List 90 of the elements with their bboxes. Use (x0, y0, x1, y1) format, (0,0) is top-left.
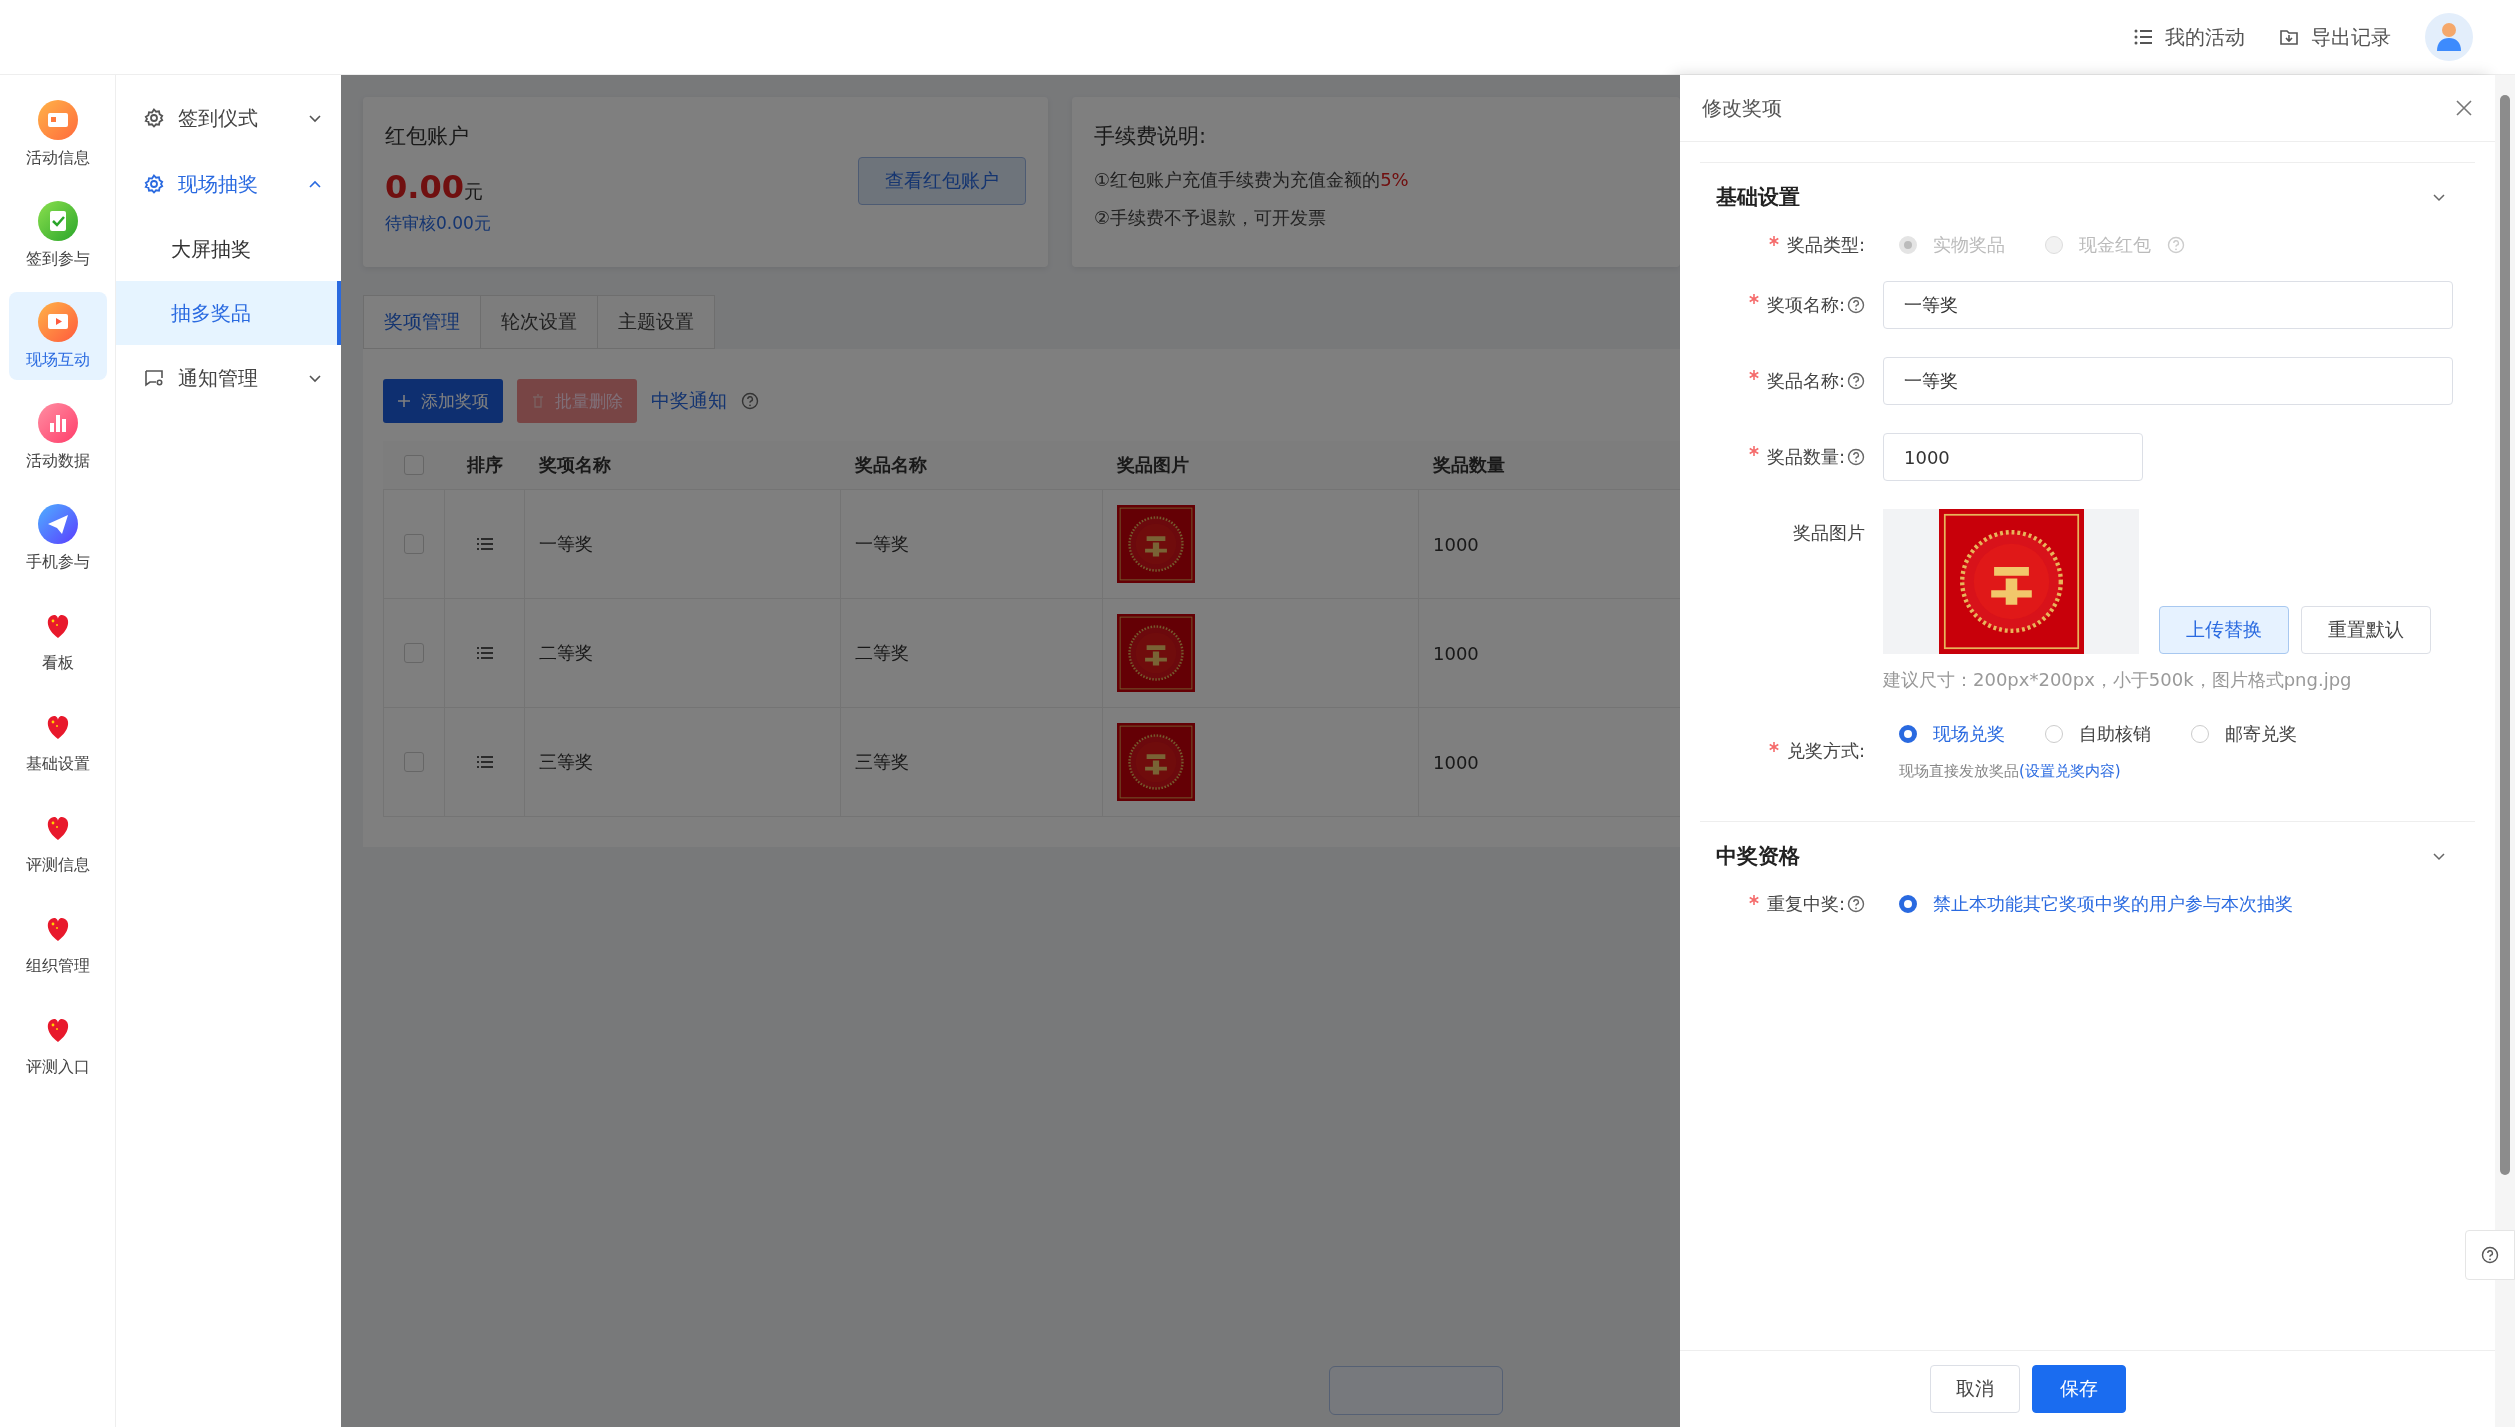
column-header: 排序 (466, 453, 504, 477)
radio-option[interactable]: 现场兑奖 (1899, 722, 2005, 746)
table-cell: 一等奖 (525, 490, 841, 598)
trash-icon (531, 394, 545, 408)
amount: 0.00 (385, 168, 464, 206)
menu-group[interactable]: 现场抽奖 (116, 151, 341, 217)
tab[interactable]: 主题设置 (597, 295, 715, 349)
sidebar-item[interactable]: 签到参与 (8, 191, 107, 279)
close-icon[interactable] (2455, 99, 2473, 117)
paper-plane-icon (37, 503, 78, 544)
field-label: 重复中奖: (1766, 892, 1845, 916)
table-cell-text: 1000 (1432, 532, 1480, 557)
field-label: 兑奖方式: (1786, 738, 1865, 763)
help-button[interactable] (2465, 1230, 2515, 1280)
table-cell: 三等奖 (841, 708, 1103, 816)
radio-option[interactable]: 禁止本功能其它奖项中奖的用户参与本次抽奖 (1899, 892, 2293, 916)
drag-handle-icon (476, 755, 493, 769)
table-cell: 一等奖 (841, 490, 1103, 598)
cancel-button[interactable]: 取消 (1929, 1365, 2020, 1413)
list-icon (2133, 27, 2153, 47)
unit-label: 元 (463, 179, 483, 204)
set-content-link[interactable]: (设置兑奖内容) (2019, 762, 2121, 780)
field-hint: 建议尺寸：200px*200px，小于500k，图片格式png.jpg (1883, 668, 2353, 692)
input-field[interactable]: 一等奖 (1883, 357, 2453, 405)
row-checkbox[interactable] (404, 752, 424, 772)
tab[interactable]: 轮次设置 (480, 295, 597, 349)
sidebar-item[interactable]: 评测入口 (8, 999, 107, 1087)
sidebar-item[interactable]: 手机参与 (8, 494, 107, 582)
avatar-icon (2425, 13, 2473, 61)
help-icon (741, 392, 759, 410)
toolbar-link[interactable]: 导出记录 (2279, 23, 2391, 51)
sidebar-item[interactable]: 活动数据 (8, 393, 107, 481)
field-label: 奖项名称: (1766, 293, 1845, 317)
folder-download-icon (2279, 27, 2299, 47)
select-all-checkbox[interactable] (404, 455, 424, 475)
row-checkbox[interactable] (404, 643, 424, 663)
video-icon (37, 301, 78, 342)
row-checkbox[interactable] (404, 534, 424, 554)
table-cell: 三等奖 (525, 708, 841, 816)
sidebar-item[interactable]: 基础设置 (8, 696, 107, 784)
column-header: 奖项名称 (538, 453, 612, 477)
table-cell: 二等奖 (841, 599, 1103, 707)
scrollbar[interactable] (2495, 75, 2515, 1427)
gear-icon (144, 108, 164, 128)
image-button[interactable]: 上传替换 (2159, 606, 2289, 654)
input-field[interactable]: 1000 (1883, 433, 2143, 481)
radio-option[interactable]: 自助核销 (2045, 722, 2151, 746)
input-field[interactable]: 一等奖 (1883, 281, 2453, 329)
menu-item[interactable]: 抽多奖品 (116, 281, 341, 345)
sidebar-item[interactable]: 看板 (8, 595, 107, 683)
sidebar-item[interactable]: 现场互动 (8, 292, 107, 380)
toolbar-link[interactable]: 我的活动 (2133, 23, 2245, 51)
bar-chart-icon (37, 402, 78, 443)
image-button[interactable]: 重置默认 (2301, 606, 2431, 654)
fee-note: ②手续费不予退款，可开发票 (1094, 206, 1328, 230)
sidebar-item[interactable]: 组织管理 (8, 898, 107, 986)
section-title: 基础设置 (1716, 184, 1800, 211)
scroll-thumb[interactable] (2500, 95, 2510, 1175)
sidebar-item[interactable]: 活动信息 (8, 90, 107, 178)
menu-group[interactable]: 通知管理 (116, 345, 341, 411)
drawer-title: 修改奖项 (1702, 94, 1782, 122)
help-icon (2481, 1246, 2499, 1264)
field-note: 现场直接发放奖品(设置兑奖内容) (1899, 762, 2122, 781)
card-title: 手续费说明: (1094, 123, 1208, 150)
menu-item[interactable]: 大屏抽奖 (116, 217, 341, 281)
menu-group[interactable]: 签到仪式 (116, 85, 341, 151)
table-cell-text: 1000 (1432, 750, 1480, 775)
table-cell: 二等奖 (525, 599, 841, 707)
fee-note: ①红包账户充值手续费为充值金额的5% (1094, 168, 1410, 192)
field-label: 奖品图片 (1793, 521, 1865, 545)
column-header: 奖品图片 (1115, 453, 1190, 477)
radio-option[interactable]: 邮寄兑奖 (2191, 722, 2297, 746)
field-label: 奖品数量: (1766, 445, 1845, 469)
field-label: 奖品名称: (1766, 369, 1845, 393)
message-gear-icon (144, 368, 164, 388)
drag-handle-icon (476, 537, 493, 551)
pending-amount: 待审核0.00元 (385, 212, 491, 235)
id-card-icon (37, 99, 78, 140)
save-button[interactable]: 保存 (2031, 1365, 2126, 1413)
column-header: 奖品数量 (1431, 453, 1506, 477)
drag-handle-icon (476, 646, 493, 660)
card-title: 红包账户 (385, 123, 470, 150)
section-title: 中奖资格 (1716, 843, 1800, 870)
clipboard-check-icon (37, 200, 78, 241)
column-header: 奖品名称 (854, 453, 928, 477)
sidebar-item[interactable]: 评测信息 (8, 797, 107, 885)
field-label: 奖品类型: (1786, 233, 1865, 257)
plus-icon (397, 394, 411, 408)
gear-icon (144, 174, 164, 194)
table-cell-text: 1000 (1432, 641, 1480, 666)
